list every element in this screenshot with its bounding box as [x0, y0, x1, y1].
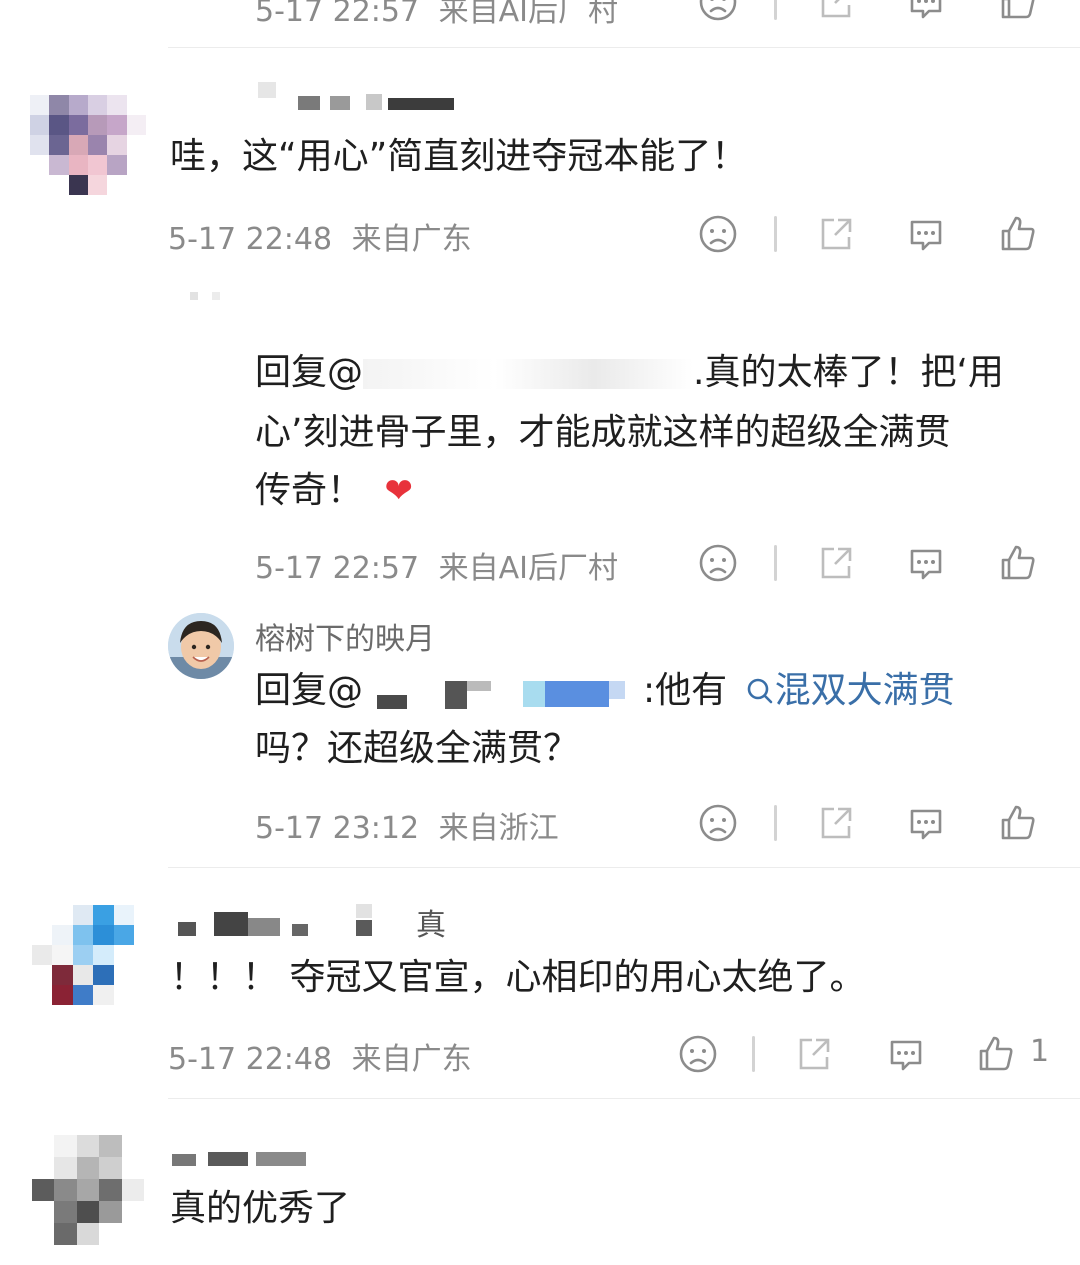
reply-line-1: 回复@ :他有 混双大满贯	[255, 662, 955, 720]
comment-meta: 5-17 22:48 来自广东	[168, 1034, 472, 1078]
reply-prefix: 回复@	[255, 352, 364, 393]
like-count: 1	[1030, 1034, 1050, 1069]
comment-text: 真的优秀了	[170, 1188, 351, 1229]
sad-face-icon[interactable]	[676, 1032, 720, 1076]
comment-icon[interactable]	[904, 541, 948, 585]
share-icon[interactable]	[814, 212, 858, 256]
heart-icon: ❤	[384, 471, 413, 511]
comment-time: 5-17 22:57	[255, 0, 420, 29]
comment-text: 哇，这“用心”简直刻进夺冠本能了！	[170, 136, 748, 177]
avatar[interactable]	[168, 613, 234, 679]
action-separator	[774, 805, 777, 841]
reply-line-3: 传奇！ ❤	[255, 462, 413, 520]
action-separator	[752, 1036, 755, 1072]
comment-icon[interactable]	[884, 1032, 928, 1076]
username-redacted	[212, 292, 220, 300]
action-bar: 1	[676, 1032, 1056, 1080]
comment-location: 来自AI后厂村	[438, 551, 618, 586]
sad-face-icon[interactable]	[696, 801, 740, 845]
action-separator	[774, 216, 777, 252]
mention-redacted[interactable]	[363, 359, 694, 389]
comment-meta: 5-17 22:57 来自AI后厂村	[255, 0, 618, 30]
comment-icon[interactable]	[904, 801, 948, 845]
reply-line-2: 吗？还超级全满贯？	[255, 728, 580, 769]
sad-face-icon[interactable]	[696, 0, 740, 24]
thumbs-up-icon[interactable]	[974, 1032, 1018, 1076]
reply-line-1: 回复@ .真的太棒了！把‘用	[255, 344, 1004, 402]
reply-text: :他有	[643, 670, 728, 711]
divider	[168, 867, 1080, 868]
thumbs-up-icon[interactable]	[996, 212, 1040, 256]
comment-meta: 5-17 23:12 来自浙江	[255, 803, 559, 847]
action-separator	[774, 545, 777, 581]
action-bar	[696, 541, 1046, 589]
avatar[interactable]	[30, 95, 146, 195]
comment-location: 来自浙江	[438, 811, 559, 846]
comment-meta: 5-17 22:57 来自AI后厂村	[255, 543, 618, 587]
comment-icon[interactable]	[904, 0, 948, 24]
action-bar	[696, 212, 1046, 260]
reply-text: 传奇！	[255, 470, 364, 511]
action-separator	[774, 0, 777, 20]
username-redacted[interactable]	[258, 82, 458, 110]
search-link-text: 混双大满贯	[774, 670, 955, 711]
username-redacted[interactable]	[172, 1148, 312, 1166]
share-icon[interactable]	[814, 541, 858, 585]
comment-location: 来自广东	[351, 1042, 472, 1077]
comment-time: 5-17 22:48	[168, 222, 333, 257]
comment-location: 来自AI后厂村	[438, 0, 618, 29]
action-bar	[696, 0, 1046, 28]
comment-location: 来自广东	[351, 222, 472, 257]
avatar[interactable]	[32, 905, 134, 1005]
search-icon	[745, 666, 775, 704]
reply-text: .真的太棒了！把‘用	[693, 352, 1004, 393]
sad-face-icon[interactable]	[696, 541, 740, 585]
username[interactable]: 榕树下的映月	[255, 614, 435, 658]
reply-prefix: 回复@	[255, 670, 364, 711]
divider	[168, 1098, 1080, 1099]
thumbs-up-icon[interactable]	[996, 541, 1040, 585]
comment-time: 5-17 22:57	[255, 551, 420, 586]
username-redacted[interactable]	[172, 900, 452, 940]
comment-icon[interactable]	[904, 212, 948, 256]
share-icon[interactable]	[814, 801, 858, 845]
comment-time: 5-17 22:48	[168, 1042, 333, 1077]
username-tail: 真	[416, 908, 446, 943]
thumbs-up-icon[interactable]	[996, 0, 1040, 24]
comment-time: 5-17 23:12	[255, 811, 420, 846]
reply-line-2: 心’刻进骨子里，才能成就这样的超级全满贯	[255, 412, 951, 453]
action-bar	[696, 801, 1046, 849]
search-link[interactable]: 混双大满贯	[745, 670, 955, 711]
thumbs-up-icon[interactable]	[996, 801, 1040, 845]
username-redacted	[190, 292, 198, 300]
sad-face-icon[interactable]	[696, 212, 740, 256]
share-icon[interactable]	[792, 1032, 836, 1076]
comment-meta: 5-17 22:48 来自广东	[168, 214, 472, 258]
share-icon[interactable]	[814, 0, 858, 24]
divider	[168, 47, 1080, 48]
mention-redacted[interactable]	[363, 675, 643, 709]
avatar[interactable]	[32, 1135, 144, 1245]
comment-text: ！！！ 夺冠又官宣，心相印的用心太绝了。	[170, 957, 866, 998]
